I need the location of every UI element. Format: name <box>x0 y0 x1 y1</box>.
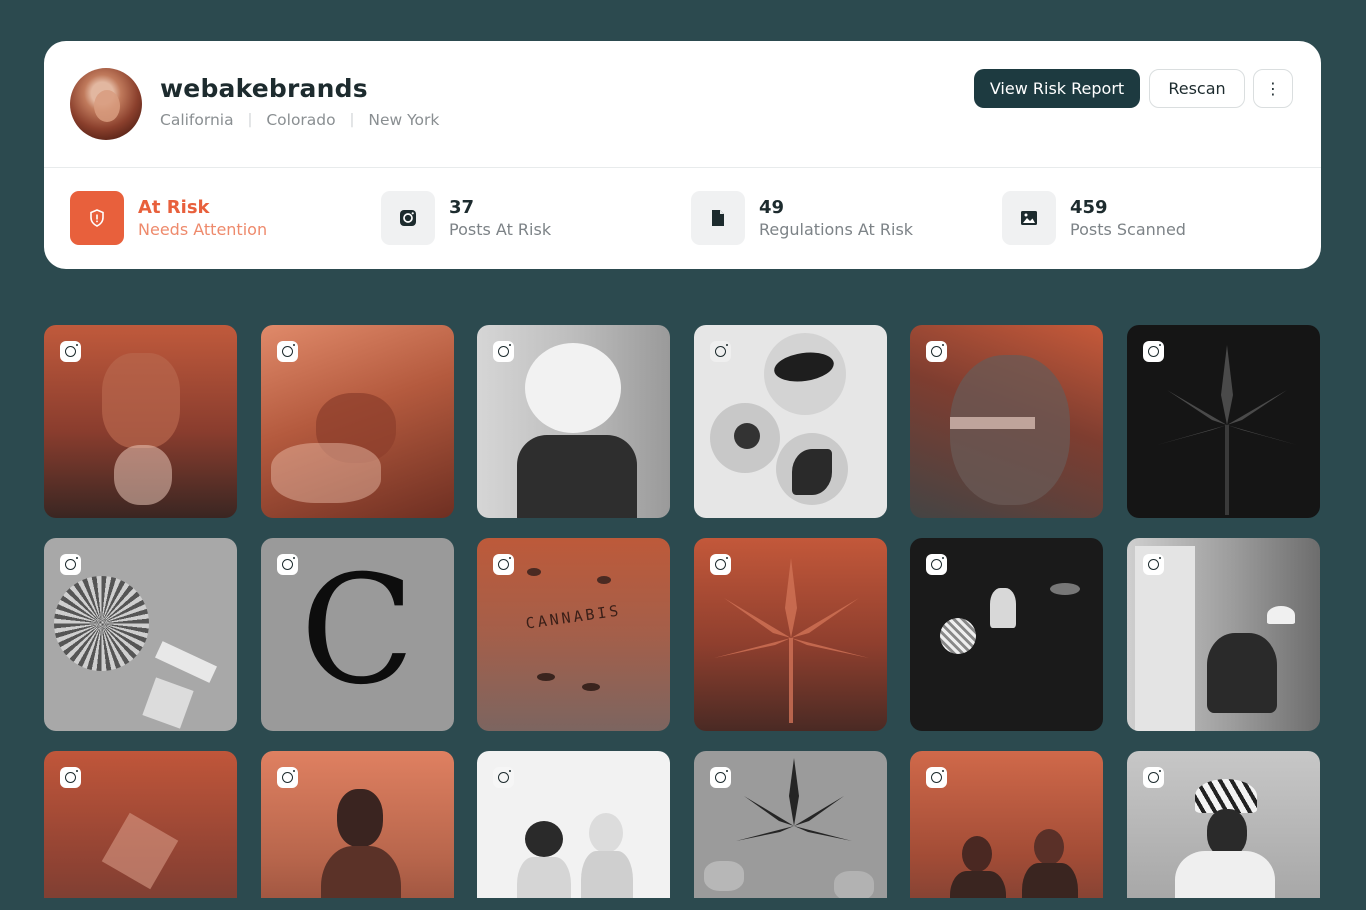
posts-grid: C CANNABIS <box>44 325 1321 898</box>
posts-scanned-value: 459 <box>1070 197 1108 218</box>
posts-at-risk-label: Posts At Risk <box>449 220 552 239</box>
location-separator: | <box>247 112 253 128</box>
instagram-icon <box>60 554 81 575</box>
instagram-icon <box>277 554 298 575</box>
post-thumbnail[interactable] <box>694 751 887 898</box>
instagram-icon <box>60 767 81 788</box>
post-thumbnail[interactable] <box>910 325 1103 518</box>
post-thumbnail[interactable] <box>1127 325 1320 518</box>
location-california: California <box>160 111 234 129</box>
view-risk-report-button[interactable]: View Risk Report <box>974 69 1140 108</box>
profile-card: webakebrands California | Colorado | New… <box>44 41 1321 269</box>
instagram-icon <box>710 341 731 362</box>
post-thumbnail[interactable]: CANNABIS <box>477 538 670 731</box>
post-thumbnail[interactable] <box>477 325 670 518</box>
post-thumbnail[interactable]: C <box>261 538 454 731</box>
location-new-york: New York <box>368 111 440 129</box>
rescan-button[interactable]: Rescan <box>1149 69 1245 108</box>
instagram-icon <box>926 554 947 575</box>
post-thumbnail[interactable] <box>44 325 237 518</box>
image-icon <box>1002 191 1056 245</box>
more-options-button[interactable]: ⋮ <box>1253 69 1293 108</box>
instagram-icon <box>60 341 81 362</box>
instagram-icon <box>277 767 298 788</box>
instagram-icon <box>710 767 731 788</box>
profile-avatar[interactable] <box>70 68 142 140</box>
post-thumbnail[interactable] <box>1127 751 1320 898</box>
location-colorado: Colorado <box>266 111 336 129</box>
instagram-icon <box>493 767 514 788</box>
regulations-at-risk-value: 49 <box>759 197 785 218</box>
risk-status-label: Needs Attention <box>138 220 268 239</box>
location-separator: | <box>349 112 355 128</box>
post-thumbnail[interactable] <box>694 538 887 731</box>
instagram-icon <box>710 554 731 575</box>
risk-status-value: At Risk <box>138 197 210 218</box>
post-thumbnail[interactable] <box>910 751 1103 898</box>
instagram-icon <box>381 191 435 245</box>
cannabis-letter-tiles: CANNABIS <box>524 601 623 633</box>
card-divider <box>44 167 1321 168</box>
instagram-icon <box>926 341 947 362</box>
post-thumbnail[interactable] <box>694 325 887 518</box>
posts-at-risk-value: 37 <box>449 197 475 218</box>
regulations-at-risk-label: Regulations At Risk <box>759 220 914 239</box>
post-thumbnail[interactable] <box>44 751 237 898</box>
post-thumbnail[interactable] <box>261 325 454 518</box>
letter-c-graphic: C <box>300 544 415 718</box>
posts-scanned-label: Posts Scanned <box>1070 220 1186 239</box>
instagram-icon <box>1143 341 1164 362</box>
profile-locations: California | Colorado | New York <box>160 111 439 129</box>
instagram-icon <box>277 341 298 362</box>
instagram-icon <box>493 341 514 362</box>
post-thumbnail[interactable] <box>1127 538 1320 731</box>
post-thumbnail[interactable] <box>44 538 237 731</box>
shield-alert-icon <box>70 191 124 245</box>
instagram-icon <box>926 767 947 788</box>
profile-username: webakebrands <box>160 74 368 103</box>
document-icon <box>691 191 745 245</box>
instagram-icon <box>493 554 514 575</box>
post-thumbnail[interactable] <box>261 751 454 898</box>
post-thumbnail[interactable] <box>910 538 1103 731</box>
post-thumbnail[interactable] <box>477 751 670 898</box>
instagram-icon <box>1143 554 1164 575</box>
instagram-icon <box>1143 767 1164 788</box>
